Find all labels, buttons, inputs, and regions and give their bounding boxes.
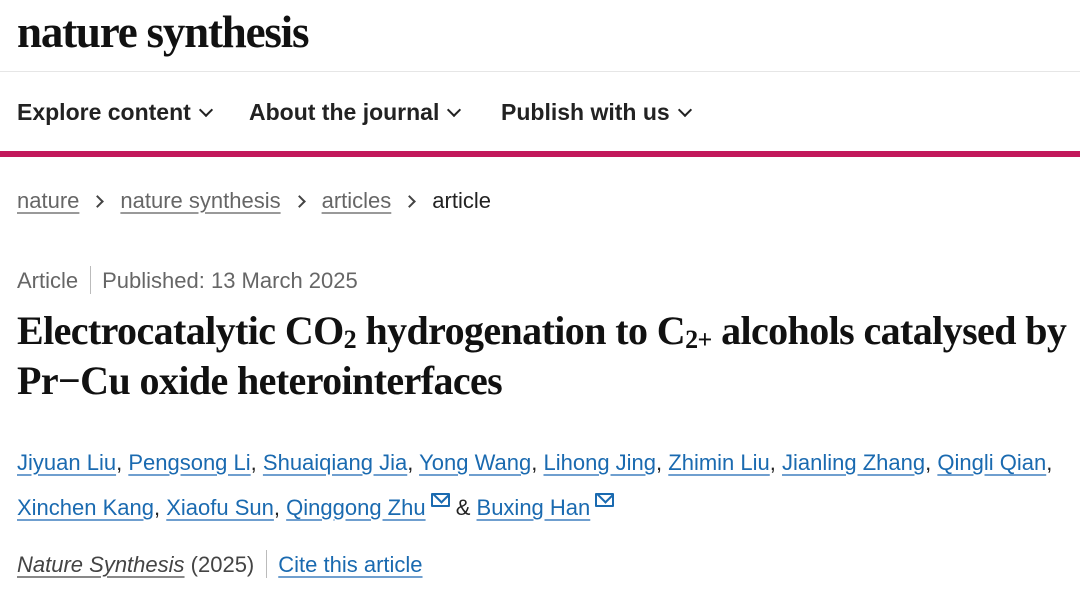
title-text: Electrocatalytic CO (17, 308, 344, 353)
nav-publish-with-us[interactable]: Publish with us (501, 97, 692, 127)
title-text: hydrogenation to C (356, 308, 686, 353)
article-type: Article (17, 268, 79, 293)
breadcrumb-current: article (432, 188, 491, 213)
nav-about-journal-label: About the journal (249, 99, 440, 125)
author-link[interactable]: Qingli Qian (937, 450, 1046, 475)
author-separator: , (116, 450, 123, 475)
author-link[interactable]: Xinchen Kang (17, 495, 154, 520)
nav-about-journal[interactable]: About the journal (249, 97, 462, 127)
nav-publish-with-us-label: Publish with us (501, 99, 670, 125)
author-separator: , (250, 450, 257, 475)
author-link[interactable]: Jianling Zhang (782, 450, 925, 475)
author-separator: , (531, 450, 538, 475)
nav-explore-content-label: Explore content (17, 99, 191, 125)
title-subscript: 2 (343, 325, 357, 354)
chevron-right-icon (91, 195, 105, 208)
author-link[interactable]: Xiaofu Sun (166, 495, 274, 520)
masthead: nature synthesis (0, 0, 1080, 72)
author-link[interactable]: Shuaiqiang Jia (263, 450, 407, 475)
chevron-down-icon (447, 102, 462, 118)
author-link[interactable]: Yong Wang (419, 450, 531, 475)
nav-explore-content[interactable]: Explore content (17, 97, 213, 127)
publication-year: (2025) (190, 552, 255, 577)
author-conjunction: & (455, 495, 471, 520)
mail-icon[interactable] (595, 493, 615, 507)
author-separator: , (769, 450, 776, 475)
breadcrumb: nature nature synthesis articles article (17, 186, 491, 216)
chevron-right-icon (292, 195, 306, 208)
breadcrumb-articles[interactable]: articles (322, 188, 392, 213)
chevron-down-icon (198, 102, 213, 118)
citation-line: Nature Synthesis (2025) Cite this article (17, 550, 423, 580)
author-link[interactable]: Lihong Jing (543, 450, 656, 475)
publish-date: Published: 13 March 2025 (102, 268, 358, 293)
author-separator: , (407, 450, 414, 475)
meta-divider (90, 266, 92, 295)
author-separator: , (273, 495, 281, 520)
author-separator: , (656, 450, 663, 475)
chevron-right-icon (403, 195, 417, 208)
main-nav: Explore content About the journal Publis… (0, 73, 1080, 151)
article-meta: Article Published: 13 March 2025 (17, 266, 358, 296)
journal-name-link[interactable]: Nature Synthesis (17, 552, 185, 577)
author-link[interactable]: Qinggong Zhu (286, 495, 425, 520)
accent-divider (0, 151, 1080, 157)
breadcrumb-nature-synthesis[interactable]: nature synthesis (120, 188, 280, 213)
breadcrumb-nature[interactable]: nature (17, 188, 79, 213)
author-link[interactable]: Buxing Han (477, 495, 591, 520)
author-separator: , (925, 450, 932, 475)
author-link[interactable]: Jiyuan Liu (17, 450, 116, 475)
author-separator: , (1046, 450, 1053, 475)
citation-divider (266, 550, 268, 579)
author-separator: , (154, 495, 161, 520)
chevron-down-icon (677, 102, 692, 118)
author-link[interactable]: Pengsong Li (128, 450, 250, 475)
article-title: Electrocatalytic CO2 hydrogenation to C2… (17, 306, 1067, 406)
author-link[interactable]: Zhimin Liu (668, 450, 769, 475)
mail-icon[interactable] (430, 493, 450, 507)
cite-article-link[interactable]: Cite this article (278, 552, 422, 577)
journal-logo[interactable]: nature synthesis (17, 6, 309, 58)
author-list: Jiyuan Liu, Pengsong Li, Shuaiqiang Jia,… (17, 440, 1067, 530)
title-subscript: 2+ (685, 325, 712, 354)
